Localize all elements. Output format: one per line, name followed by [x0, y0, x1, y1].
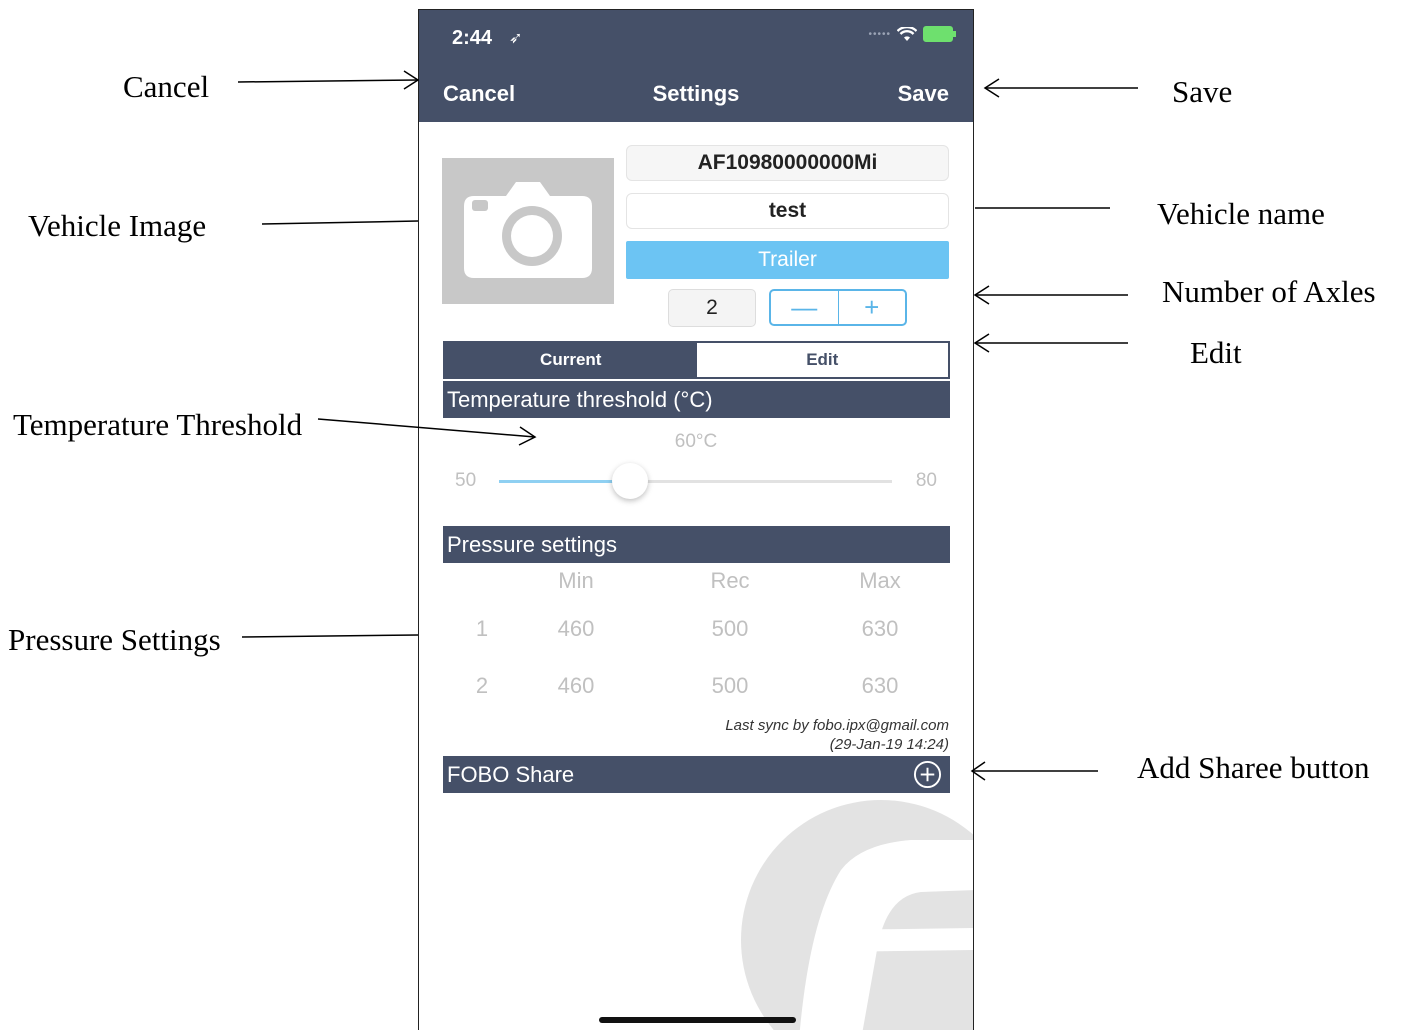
annotation-add-sharee-button: Add Sharee button [1137, 750, 1370, 785]
annotation-vehicle-image: Vehicle Image [28, 208, 207, 243]
vehicle-id-field[interactable]: AF10980000000Mi [626, 145, 949, 181]
slider-max-label: 80 [915, 470, 937, 491]
axle-number: 2 [475, 673, 489, 698]
fobo-logo-watermark [741, 800, 973, 1030]
axle-decrement-button[interactable]: — [771, 291, 839, 324]
status-bar: 2:44 ➶ ••••• [419, 10, 973, 66]
home-indicator [599, 1017, 796, 1023]
annotation-pressure-settings: Pressure Settings [8, 622, 221, 657]
table-row: 2 460 500 630 [443, 673, 950, 721]
temperature-section-header: Temperature threshold (°C) [443, 381, 950, 418]
axle-number: 1 [475, 616, 489, 641]
temperature-value: 60°C [674, 431, 718, 452]
segment-current[interactable]: Current [445, 343, 697, 377]
status-icons: ••••• [868, 26, 956, 42]
table-row: 1 460 500 630 [443, 616, 950, 673]
max-value[interactable]: 630 [845, 616, 915, 642]
fobo-share-header: FOBO Share [443, 756, 950, 793]
annotation-vehicle-name: Vehicle name [1157, 196, 1325, 231]
wifi-icon [897, 26, 917, 41]
rec-value[interactable]: 500 [695, 673, 765, 699]
header-rec: Rec [710, 568, 750, 593]
header-max: Max [859, 568, 901, 593]
share-title: FOBO Share [447, 762, 575, 787]
vehicle-type-button[interactable]: Trailer [626, 241, 949, 279]
last-sync-text: Last sync by fobo.ipx@gmail.com (29-Jan-… [619, 716, 949, 754]
segment-edit[interactable]: Edit [696, 343, 948, 377]
temperature-slider[interactable] [499, 463, 892, 499]
rec-value[interactable]: 500 [695, 616, 765, 642]
camera-icon [464, 182, 592, 278]
pressure-section-header: Pressure settings [443, 526, 950, 563]
axle-stepper: — + [769, 289, 907, 326]
vehicle-name-field[interactable]: test [626, 193, 949, 229]
battery-charging-icon [923, 26, 956, 42]
pressure-table: Min Rec Max 1 460 500 630 2 460 500 630 [443, 568, 950, 721]
min-value[interactable]: 460 [541, 616, 611, 642]
pressure-header-row: Min Rec Max [443, 568, 950, 616]
slider-min-label: 50 [455, 470, 477, 491]
signal-dots-icon: ••••• [868, 28, 891, 40]
slider-thumb[interactable] [611, 463, 648, 499]
sync-line-2: (29-Jan-19 14:24) [829, 736, 949, 753]
axle-count-field: 2 [668, 289, 756, 327]
sync-line-1: Last sync by fobo.ipx@gmail.com [725, 717, 949, 734]
page-title: Settings [652, 81, 740, 106]
plus-circle-icon[interactable] [913, 760, 942, 789]
save-button[interactable]: Save [898, 81, 949, 107]
location-arrow-icon: ➶ [509, 30, 523, 47]
annotation-save: Save [1172, 74, 1233, 109]
mode-segmented-control: Current Edit [443, 341, 950, 379]
vehicle-image-button[interactable] [442, 158, 614, 304]
nav-bar: Cancel Settings Save [419, 66, 973, 122]
max-value[interactable]: 630 [845, 673, 915, 699]
annotation-edit: Edit [1190, 335, 1242, 370]
slider-fill [499, 480, 630, 483]
phone-screen: 2:44 ➶ ••••• Cancel Settings Save AF1098… [418, 9, 974, 1030]
axle-increment-button[interactable]: + [839, 291, 906, 324]
annotation-number-of-axles: Number of Axles [1162, 274, 1376, 309]
annotation-cancel: Cancel [123, 69, 210, 104]
min-value[interactable]: 460 [541, 673, 611, 699]
header-min: Min [558, 568, 594, 593]
annotation-temperature-threshold: Temperature Threshold [13, 407, 303, 442]
status-time: 2:44 [452, 27, 493, 49]
